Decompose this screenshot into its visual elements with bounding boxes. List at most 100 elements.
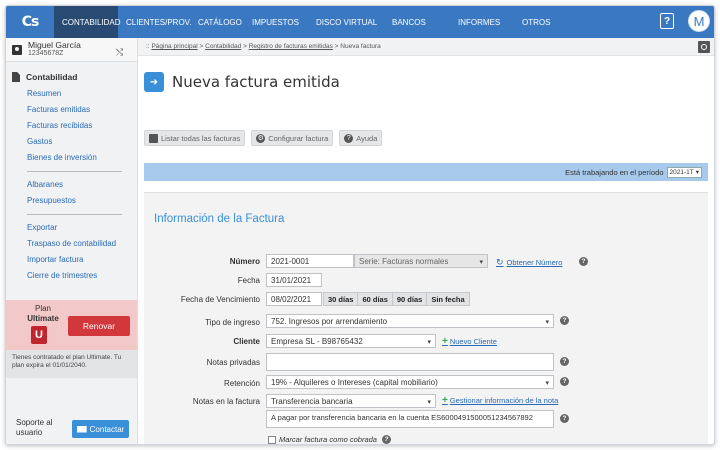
page-header: ➜ Nueva factura emitida [144,72,340,92]
sidebar-item-importar-factura[interactable]: Importar factura [6,252,137,268]
period-select[interactable]: 2021-1T ▾ [666,166,702,178]
numero-label: Número [229,257,260,266]
serie-select[interactable]: Serie: Facturas normales ▾ [354,254,488,268]
toolbar: Listar todas las facturas ⚙ Configurar f… [144,130,383,146]
mark-paid-row[interactable]: Marcar factura como cobrada ? [268,435,391,444]
mark-paid-label: Marcar factura como cobrada [279,435,377,444]
period-bar: Está trabajando en el período 2021-1T ▾ [144,163,708,181]
notas-factura-label: Notas en la factura [192,397,260,406]
renew-button[interactable]: Renovar [68,316,130,336]
plan-badge-icon: U [31,326,47,344]
period-text: Está trabajando en el período [565,167,664,177]
user-card-icon [12,44,22,55]
retencion-select[interactable]: 19% - Alquileres o Intereses (capital mo… [266,375,554,389]
notas-privadas-textarea[interactable] [266,353,554,371]
switch-company-icon[interactable]: ⤭ [116,47,123,58]
sidebar-item-albaranes[interactable]: Albaranes [6,177,137,193]
notas-factura-select[interactable]: Transferencia bancaria ▾ [266,394,436,408]
avatar[interactable]: M [688,10,710,32]
top-navigation: Cs CONTABILIDAD CLIENTES/PROV. CATÁLOGO … [6,6,714,38]
chevron-down-icon: ▾ [695,169,699,176]
new-client-link[interactable]: + Nuevo Cliente [442,336,497,347]
divider [27,214,122,215]
list-all-label: Listar todas las facturas [161,133,241,143]
sidebar-item-traspaso[interactable]: Traspaso de contabilidad [6,236,137,252]
tipo-ingreso-label: Tipo de ingreso [205,318,260,327]
sidebar-item-resumen[interactable]: Resumen [6,86,137,102]
due-days-buttons: 30 días 60 días 90 días Sin fecha [323,292,470,306]
list-all-invoices-button[interactable]: Listar todas las facturas [144,130,246,146]
nav-otros[interactable]: OTROS [500,6,558,38]
help-label: Ayuda [356,133,378,143]
serie-value: Serie: Facturas normales [359,256,449,266]
breadcrumb-home[interactable]: Página principal [151,43,197,50]
manage-note-link[interactable]: + Gestionar información de la nota [442,395,558,406]
help-icon[interactable]: ? [560,377,569,386]
days-60-button[interactable]: 60 días [357,292,393,306]
app-logo[interactable]: Cs [6,6,54,38]
help-icon[interactable]: ? [560,414,569,423]
search-button[interactable] [698,41,710,53]
cliente-select[interactable]: Empresa SL - B98765432 ▾ [266,334,436,348]
manage-note-label: Gestionar información de la nota [449,396,559,405]
plan-name: Ultimate [27,314,59,323]
nav-impuestos[interactable]: IMPUESTOS [240,6,299,38]
cliente-value: Empresa SL - B98765432 [271,336,363,346]
configure-label: Configurar factura [268,133,329,143]
sidebar-section-label: Contabilidad [26,72,78,82]
obtain-number-label: Obtener Número [506,258,563,267]
vencimiento-input[interactable]: 08/02/2021 [266,292,322,306]
app-window: Cs CONTABILIDAD CLIENTES/PROV. CATÁLOGO … [5,5,715,445]
notas-factura-textarea[interactable]: A pagar por transferencia bancaria en la… [266,410,554,428]
search-icon [701,44,707,50]
help-icon[interactable]: ? [560,316,569,325]
user-id: 12345678Z [28,50,64,57]
plan-label: Plan [34,304,51,313]
retencion-value: 19% - Alquileres o Intereses (capital mo… [271,377,438,387]
nav-catalogo[interactable]: CATÁLOGO [184,6,242,38]
obtain-number-link[interactable]: ↻ Obtener Número [496,257,562,268]
nav-bancos[interactable]: BANCOS [374,6,426,38]
numero-input[interactable]: 2021-0001 [266,254,354,268]
chevron-down-icon: ▾ [427,339,431,346]
sidebar-item-bienes-inversion[interactable]: Bienes de inversión [6,150,137,166]
nav-disco-virtual[interactable]: DISCO VIRTUAL [296,6,377,38]
fecha-label: Fecha [237,276,260,285]
sidebar-item-cierre-trimestres[interactable]: Cierre de trimestres [6,268,137,284]
help-icon[interactable]: ? [381,435,391,444]
notas-privadas-label: Notas privadas [206,358,260,367]
nav-informes[interactable]: INFORMES [424,6,500,38]
configure-invoice-button[interactable]: ⚙ Configurar factura [251,130,334,146]
tipo-ingreso-value: 752. Ingresos por arrendamiento [271,316,388,326]
days-90-button[interactable]: 90 días [391,292,428,306]
breadcrumb-registro[interactable]: Registro de facturas emitidas [249,43,333,50]
chevron-down-icon: ▾ [427,399,431,406]
sidebar-item-presupuestos[interactable]: Presupuestos [6,193,137,209]
nav-contabilidad[interactable]: CONTABILIDAD [54,6,121,38]
sidebar-item-facturas-emitidas[interactable]: Facturas emitidas [6,102,137,118]
period-value: 2021-1T [669,168,694,176]
help-icon[interactable]: ? [660,13,674,29]
plan-box: Plan Ultimate U Renovar [6,300,137,350]
breadcrumb-contabilidad[interactable]: Contabilidad [205,43,241,50]
plus-icon: + [442,395,448,406]
mark-paid-checkbox[interactable] [268,435,276,444]
question-icon: ? [344,133,354,143]
help-icon[interactable]: ? [579,257,588,266]
invoice-form: Información de la Factura Número 2021-00… [144,192,708,444]
sidebar-item-gastos[interactable]: Gastos [6,134,137,150]
tipo-ingreso-select[interactable]: 752. Ingresos por arrendamiento ▾ [266,314,554,328]
contact-button[interactable]: Contactar [72,420,129,438]
nav-clientes[interactable]: CLIENTES/PROV. [118,6,192,38]
notas-factura-value: Transferencia bancaria [271,396,353,406]
days-30-button[interactable]: 30 días [323,292,359,306]
fecha-input[interactable]: 31/01/2021 [266,273,322,287]
sidebar-item-facturas-recibidas[interactable]: Facturas recibidas [6,118,137,134]
support-label: Soporte al usuario [16,418,53,437]
help-button[interactable]: ? Ayuda [339,130,383,146]
chevron-down-icon: ▾ [545,319,549,326]
no-date-button[interactable]: Sin fecha [426,292,470,306]
sidebar-section-title: Contabilidad [6,62,137,86]
sidebar-item-exportar[interactable]: Exportar [6,220,137,236]
help-icon[interactable]: ? [560,357,569,366]
